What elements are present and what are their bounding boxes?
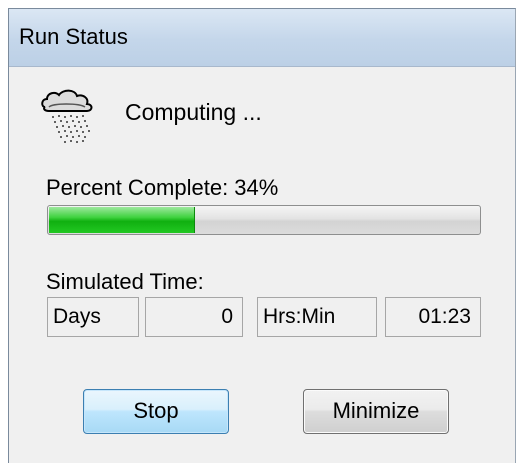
days-value: 0 bbox=[145, 297, 243, 337]
hrs-min-value: 01:23 bbox=[385, 297, 481, 337]
percent-complete-label: Percent Complete: 34% bbox=[46, 175, 279, 200]
progress-bar-fill bbox=[49, 207, 195, 233]
run-status-dialog: Run Status Computing ... Percent Complet… bbox=[8, 8, 516, 463]
status-text: Computing ... bbox=[125, 99, 262, 125]
hrs-min-label: Hrs:Min bbox=[257, 297, 377, 337]
rain-cloud-icon bbox=[39, 85, 101, 147]
progress-bar bbox=[47, 205, 481, 235]
window-title: Run Status bbox=[19, 24, 128, 49]
days-label: Days bbox=[47, 297, 139, 337]
simulated-time-label: Simulated Time: bbox=[46, 269, 204, 294]
minimize-button[interactable]: Minimize bbox=[303, 389, 449, 434]
title-bar[interactable]: Run Status bbox=[9, 9, 515, 67]
stop-button[interactable]: Stop bbox=[83, 389, 229, 434]
